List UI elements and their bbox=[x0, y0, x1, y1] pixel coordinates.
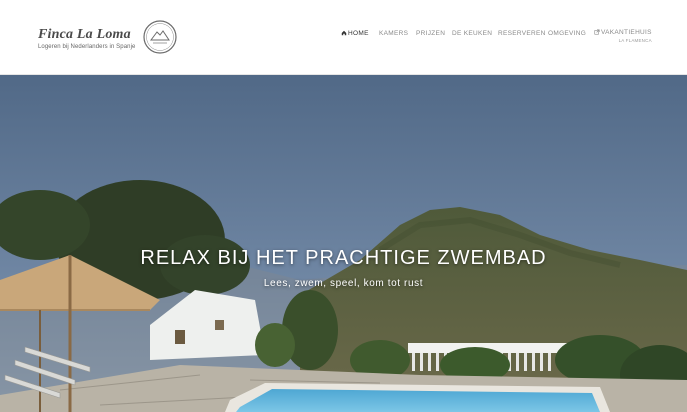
nav-label: DE KEUKEN bbox=[452, 30, 493, 37]
nav-item-home[interactable]: HOME bbox=[341, 30, 369, 37]
hero-banner: RELAX BIJ HET PRACHTIGE ZWEMBAD Lees, zw… bbox=[0, 75, 687, 412]
external-link-icon bbox=[594, 29, 600, 35]
nav-item-omgeving[interactable]: OMGEVING bbox=[548, 30, 586, 37]
main-nav: HOME KAMERS PRIJZEN DE KEUKEN RESERVEREN… bbox=[0, 29, 687, 50]
hero-subtitle: Lees, zwem, speel, kom tot rust bbox=[263, 278, 424, 289]
nav-item-prijzen[interactable]: PRIJZEN bbox=[416, 30, 445, 37]
nav-label: OMGEVING bbox=[548, 30, 587, 37]
nav-label: HOME bbox=[348, 30, 369, 37]
nav-item-kamers[interactable]: KAMERS bbox=[379, 30, 408, 37]
hero-title: RELAX BIJ HET PRACHTIGE ZWEMBAD bbox=[140, 247, 547, 269]
nav-item-de-keuken[interactable]: DE KEUKEN bbox=[452, 30, 492, 37]
hero-pool-photo bbox=[0, 75, 687, 412]
nav-item-reserveren[interactable]: RESERVEREN bbox=[498, 30, 546, 37]
nav-label: VAKANTIEHUIS bbox=[601, 29, 652, 36]
nav-sublabel: LA FLAMENCA bbox=[618, 38, 652, 43]
nav-item-vakantiehuis[interactable]: VAKANTIEHUIS LA FLAMENCA bbox=[594, 29, 652, 43]
site-header: Finca La Loma Logeren bij Nederlanders i… bbox=[0, 0, 687, 75]
nav-label: RESERVEREN bbox=[498, 30, 546, 37]
nav-label: KAMERS bbox=[379, 30, 409, 37]
home-icon bbox=[341, 30, 347, 36]
nav-label: PRIJZEN bbox=[416, 30, 446, 37]
